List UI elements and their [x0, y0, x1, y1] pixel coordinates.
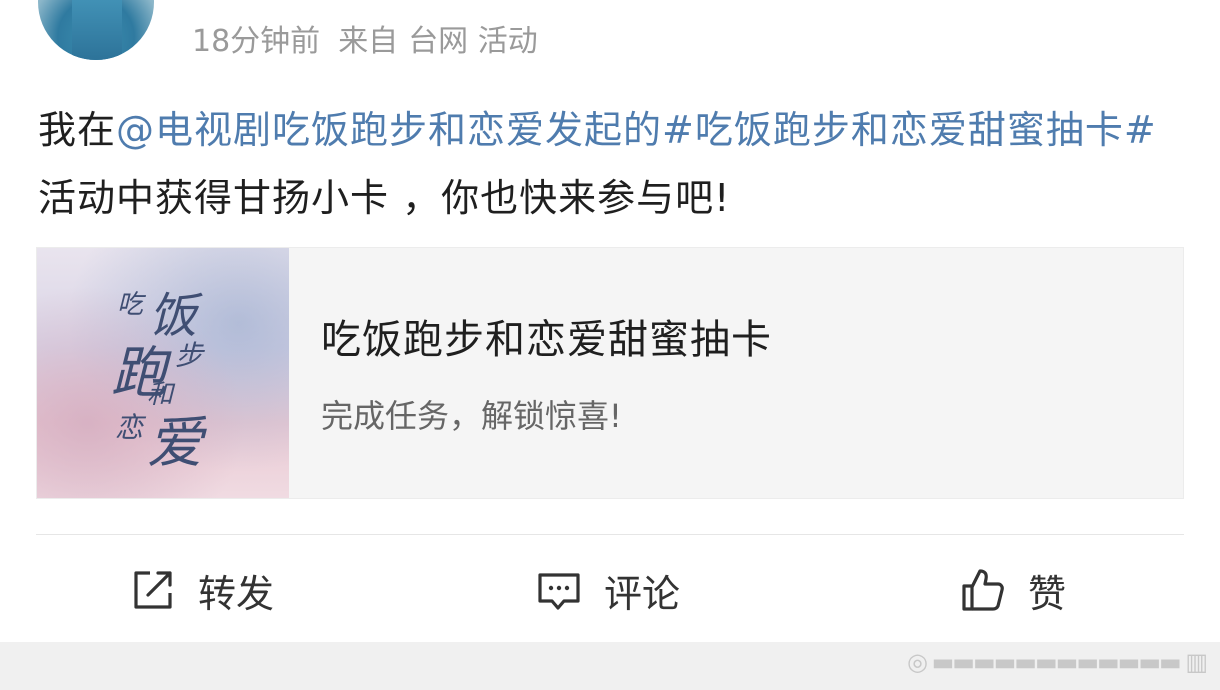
hashtag-link[interactable]: #吃饭跑步和恋爱甜蜜抽卡#	[662, 108, 1157, 152]
card-thumbnail: 吃 饭 跑 步 和 恋 爱	[37, 248, 289, 498]
text-suffix: 活动中获得甘扬小卡 ，你也快来参与吧!	[38, 176, 731, 220]
thumb-char: 恋	[115, 411, 144, 444]
thumb-char: 爱	[147, 411, 203, 476]
text-middle: 发起的	[545, 108, 663, 152]
card-subtitle: 完成任务，解锁惊喜!	[321, 397, 622, 435]
like-button[interactable]: 赞	[960, 560, 1066, 620]
card-title: 吃饭跑步和恋爱甜蜜抽卡	[321, 317, 772, 363]
avatar[interactable]	[38, 0, 154, 60]
weibo-post: 18分钟前 来自 台网 活动 我在@电视剧吃饭跑步和恋爱发起的#吃饭跑步和恋爱甜蜜抽…	[0, 0, 1220, 690]
repost-label: 转发	[198, 571, 275, 616]
watermark: ◎ ▬▬▬▬▬▬▬▬▬▬▬▬ ▥	[907, 648, 1208, 676]
post-time: 18分钟前	[192, 24, 321, 59]
thumb-char: 步	[175, 339, 204, 372]
bottom-strip: ◎ ▬▬▬▬▬▬▬▬▬▬▬▬ ▥	[0, 642, 1220, 690]
post-meta: 18分钟前 来自 台网 活动	[192, 20, 556, 64]
mention-link[interactable]: @电视剧吃饭跑步和恋爱	[116, 108, 545, 152]
text-prefix: 我在	[38, 108, 117, 152]
comment-label: 评论	[604, 571, 681, 616]
share-edit-icon	[130, 567, 176, 613]
activity-card[interactable]: 吃 饭 跑 步 和 恋 爱 吃饭跑步和恋爱甜蜜抽卡 完成任务，解锁惊喜!	[36, 247, 1184, 499]
comment-button[interactable]: 评论	[536, 560, 680, 620]
avatar-figure	[72, 0, 122, 60]
like-label: 赞	[1028, 571, 1067, 616]
thumbs-up-icon	[960, 567, 1006, 613]
source-label: 来自	[338, 24, 399, 59]
thumb-char: 吃	[117, 290, 144, 320]
post-source[interactable]: 台网 活动	[408, 24, 538, 59]
comment-bubble-icon	[536, 567, 582, 613]
post-text: 我在@电视剧吃饭跑步和恋爱发起的#吃饭跑步和恋爱甜蜜抽卡# 活动中获得甘扬小卡 ，…	[38, 96, 1188, 232]
divider	[36, 534, 1184, 535]
repost-button[interactable]: 转发	[130, 560, 274, 620]
